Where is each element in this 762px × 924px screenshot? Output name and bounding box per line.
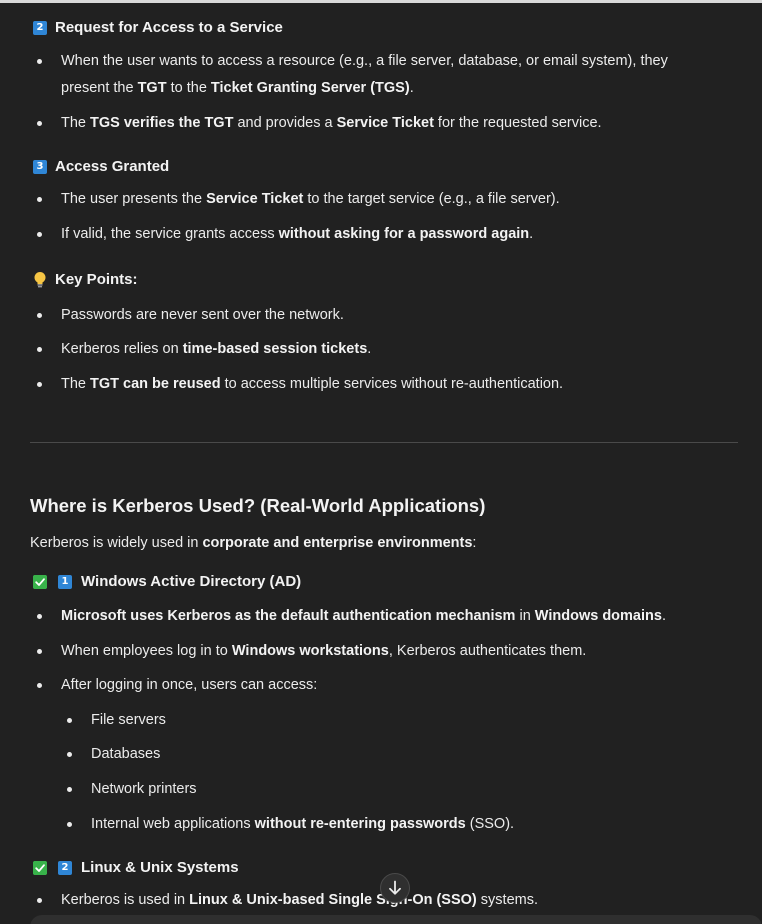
list-item: The user presents the Service Ticket to …	[61, 191, 560, 207]
sub-bullet-dot	[67, 822, 72, 827]
bullet-dot	[37, 347, 42, 352]
list-item: The TGS verifies the TGT and provides a …	[61, 115, 602, 131]
bullet-dot	[37, 313, 42, 318]
sub-list-item: Databases	[91, 746, 161, 762]
section-divider	[30, 442, 738, 443]
intro-paragraph: Kerberos is widely used in corporate and…	[30, 535, 477, 551]
check-mark-icon	[33, 575, 47, 589]
window-top-edge	[0, 0, 762, 3]
list-item: When the user wants to access a resource…	[61, 53, 668, 69]
sub-list-item: Network printers	[91, 781, 197, 797]
sub-list-item: File servers	[91, 712, 166, 728]
bullet-dot	[37, 649, 42, 654]
bullet-dot	[37, 59, 42, 64]
key-points-heading: Key Points:	[55, 271, 138, 288]
bullet-dot	[37, 683, 42, 688]
sub-list-item: Internal web applications without re-ent…	[91, 816, 515, 832]
keycap-3-icon: 3	[33, 160, 47, 174]
light-bulb-icon	[34, 272, 46, 288]
list-item: Passwords are never sent over the networ…	[61, 307, 344, 323]
list-item-continuation: present the TGT to the Ticket Granting S…	[61, 80, 414, 96]
keycap-1-icon: 1	[58, 575, 72, 589]
list-item: Kerberos is used in Linux & Unix-based S…	[61, 892, 538, 908]
sub-bullet-dot	[67, 752, 72, 757]
subheading-linux-unix: Linux & Unix Systems	[81, 859, 239, 876]
sub-bullet-dot	[67, 718, 72, 723]
bullet-dot	[37, 614, 42, 619]
list-item: After logging in once, users can access:	[61, 677, 318, 693]
subheading-windows-ad: Windows Active Directory (AD)	[81, 573, 302, 590]
list-item: Kerberos relies on time-based session ti…	[61, 341, 372, 357]
list-item: When employees log in to Windows worksta…	[61, 643, 587, 659]
bullet-dot	[37, 232, 42, 237]
arrow-down-icon	[389, 880, 401, 895]
message-composer-edge	[30, 915, 762, 924]
scroll-to-bottom-button[interactable]	[380, 873, 410, 903]
sub-bullet-dot	[67, 787, 72, 792]
bullet-dot	[37, 898, 42, 903]
section-title-where-used: Where is Kerberos Used? (Real-World Appl…	[30, 495, 486, 516]
keycap-2-icon: 2	[33, 21, 47, 35]
list-item: The TGT can be reused to access multiple…	[61, 376, 564, 392]
bullet-dot	[37, 382, 42, 387]
section-heading-request-access: Request for Access to a Service	[55, 19, 283, 36]
keycap-2-icon: 2	[58, 861, 72, 875]
bullet-dot	[37, 197, 42, 202]
section-heading-access-granted: Access Granted	[55, 158, 170, 175]
check-mark-icon	[33, 861, 47, 875]
bullet-dot	[37, 121, 42, 126]
list-item: If valid, the service grants access with…	[61, 226, 534, 242]
list-item: Microsoft uses Kerberos as the default a…	[61, 608, 666, 624]
